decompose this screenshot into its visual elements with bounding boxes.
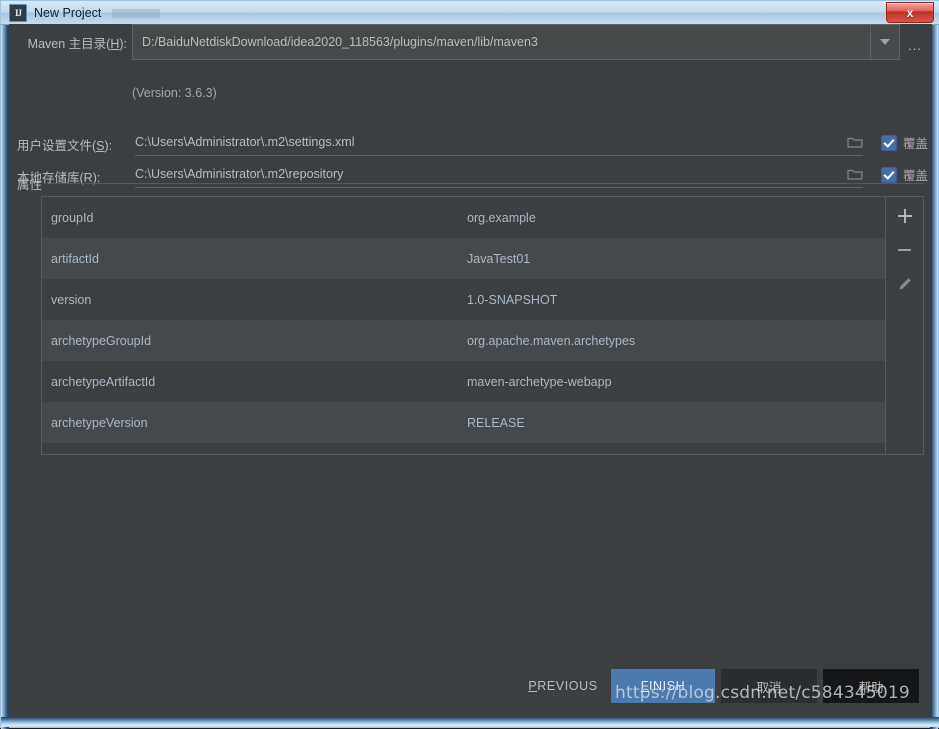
maven-home-label: Maven 主目录(H): bbox=[27, 37, 127, 51]
window-left-border bbox=[1, 1, 9, 729]
property-key: archetypeVersion bbox=[51, 415, 148, 430]
title-bar-left-group: IJ New Project bbox=[9, 3, 161, 23]
table-row[interactable]: archetypeVersion RELEASE bbox=[42, 402, 885, 443]
folder-icon[interactable] bbox=[847, 135, 863, 149]
maven-version-note: (Version: 3.6.3) bbox=[132, 86, 217, 100]
user-settings-override-label: 覆盖 bbox=[903, 137, 929, 151]
properties-group-title: 属性 bbox=[17, 178, 43, 192]
add-property-button[interactable] bbox=[891, 203, 919, 229]
property-value: org.example bbox=[467, 210, 536, 225]
dialog-button-bar: PREVIOUS FINISH 取消 帮助 https://blog.csdn.… bbox=[9, 661, 932, 717]
user-settings-row: 用户设置文件(S): C:\Users\Administrator\.m2\se… bbox=[9, 129, 932, 157]
table-row[interactable]: archetypeArtifactId maven-archetype-webap… bbox=[42, 361, 885, 402]
property-value: org.apache.maven.archetypes bbox=[467, 333, 636, 348]
table-row[interactable]: archetypeGroupId org.apache.maven.archety… bbox=[42, 320, 885, 361]
watermark-text: https://blog.csdn.net/c584345019 bbox=[615, 683, 910, 703]
previous-button[interactable]: PREVIOUS bbox=[515, 669, 611, 703]
property-key: artifactId bbox=[51, 251, 99, 266]
property-key: archetypeGroupId bbox=[51, 333, 152, 348]
user-settings-input[interactable]: C:\Users\Administrator\.m2\settings.xml bbox=[135, 129, 863, 156]
property-key: version bbox=[51, 292, 92, 307]
title-bar[interactable]: IJ New Project x bbox=[1, 1, 939, 25]
new-project-dialog: Maven 主目录(H): D:/BaiduNetdiskDownload/id… bbox=[9, 24, 932, 717]
property-value: RELEASE bbox=[467, 415, 525, 430]
user-settings-override-group[interactable]: 覆盖 bbox=[881, 133, 928, 152]
application-window: IJ New Project x Maven 主目录(H): D:/BaiduN… bbox=[0, 0, 939, 729]
properties-group-header: 属性 bbox=[17, 174, 924, 193]
table-row[interactable]: groupId org.example bbox=[42, 197, 885, 238]
title-bar-blurred-text bbox=[112, 8, 161, 18]
maven-home-value: D:/BaiduNetdiskDownload/idea2020_118563/… bbox=[142, 35, 538, 49]
close-button[interactable]: x bbox=[886, 2, 934, 23]
user-settings-override-checkbox[interactable] bbox=[881, 134, 897, 151]
window-bottom-border bbox=[1, 717, 939, 727]
properties-table[interactable]: groupId org.example artifactId JavaTest01 ve… bbox=[41, 196, 886, 455]
window-title: New Project bbox=[34, 6, 102, 20]
intellij-idea-icon: IJ bbox=[9, 4, 27, 22]
property-value: JavaTest01 bbox=[467, 251, 531, 266]
maven-home-row: Maven 主目录(H): D:/BaiduNetdiskDownload/id… bbox=[9, 24, 932, 60]
group-separator bbox=[50, 183, 924, 184]
property-key: groupId bbox=[51, 210, 94, 225]
maven-home-browse-button[interactable]: ... bbox=[905, 35, 925, 52]
table-row[interactable]: version 1.0-SNAPSHOT bbox=[42, 279, 885, 320]
pencil-icon bbox=[898, 278, 911, 290]
minus-icon bbox=[898, 249, 911, 251]
properties-table-toolbar bbox=[886, 196, 924, 455]
chevron-down-icon[interactable] bbox=[870, 25, 899, 59]
property-value: maven-archetype-webapp bbox=[467, 374, 612, 389]
plus-icon bbox=[897, 209, 912, 223]
edit-property-button[interactable] bbox=[891, 271, 919, 297]
table-row[interactable]: artifactId JavaTest01 bbox=[42, 238, 885, 279]
property-key: archetypeArtifactId bbox=[51, 374, 156, 389]
remove-property-button[interactable] bbox=[891, 237, 919, 263]
property-value: 1.0-SNAPSHOT bbox=[467, 292, 558, 307]
user-settings-label: 用户设置文件(S): bbox=[17, 139, 113, 153]
maven-home-combobox[interactable]: D:/BaiduNetdiskDownload/idea2020_118563/… bbox=[132, 24, 900, 60]
